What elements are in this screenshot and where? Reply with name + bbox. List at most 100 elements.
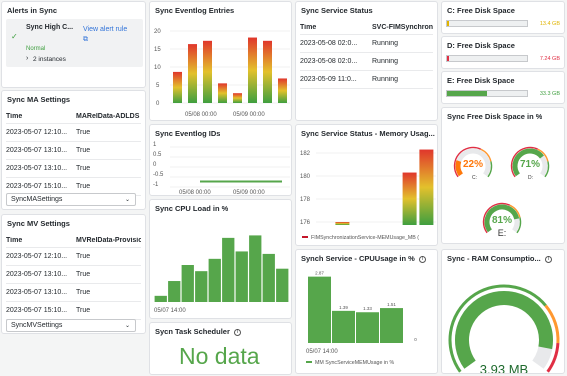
table-row: 2023-05-08 02:0... Running [300,35,433,53]
task-scheduler-title: Sycn Task Scheduler i [155,327,241,336]
cell-value: True [76,271,91,278]
cell-value: True [76,289,91,296]
cell-value: Running [372,58,399,65]
cpu-usage-panel: Synch Service - CPUUsage in % i 2.87 1.39 1… [295,249,438,374]
data-label: 2.87 [315,271,324,276]
y-tick: -1 [153,182,159,188]
table-header: Time SVC-FIMSynchroniza [300,20,433,35]
chart-bar [233,93,242,103]
mv-settings-title: Sync MV Settings [7,219,70,228]
ram-value: 3.93 MB [480,362,528,374]
info-icon[interactable]: i [233,329,241,336]
legend-label[interactable]: FIMSynchronizationService-MEMUsage_MB ( [311,235,419,241]
gauge-c-label: C: [472,175,477,181]
chart-bar [332,310,355,343]
chevron-down-icon: ⌄ [124,323,130,329]
chart-bar [380,308,403,343]
ma-settings-select[interactable]: SyncMASettings ⌄ [6,193,136,206]
disk-e-value: 33.3 GB [539,91,560,97]
memory-usage-panel: Sync Service Status - Memory Usag... 182… [295,124,438,246]
mv-settings-panel: Sync MV Settings Time MVRelData-Provisio… [1,214,146,334]
column-header-time[interactable]: Time [300,24,372,31]
view-alert-rule-link[interactable]: View alert rule [83,26,127,33]
check-icon: ✓ [11,32,18,41]
column-header-value[interactable]: MARelData-ADLDS [76,113,141,120]
chart-bar [154,295,167,302]
legend-label[interactable]: MM SyncServiceMEMUsage in % [315,360,394,366]
cell-value: True [76,307,91,314]
column-header-time[interactable]: Time [6,237,76,244]
legend-swatch [302,236,308,238]
chart-bar [308,276,331,343]
y-tick: 20 [154,29,161,35]
chart-bar [356,312,379,343]
disk-c-value: 13.4 GB [539,21,560,27]
column-header-time[interactable]: Time [6,113,76,120]
chevron-down-icon: ⌄ [124,197,130,203]
table-row: 2023-05-07 12:10... True [6,248,141,266]
gauge-e-value: 81% [492,215,512,226]
cell-time: 2023-05-07 13:10... [6,147,68,154]
memory-usage-title: Sync Service Status - Memory Usag... [301,129,435,138]
alert-instances[interactable]: 2 instances [33,56,66,63]
table-row: 2023-05-09 11:0... Running [300,71,433,89]
info-icon[interactable]: i [418,256,426,263]
y-tick: 0.5 [153,152,162,158]
data-label: 1.39 [339,305,348,310]
cell-value: True [76,183,91,190]
disk-c-bar [446,20,528,27]
column-header-value[interactable]: SVC-FIMSynchroniza [372,24,433,31]
disk-d-fill [447,56,449,61]
cell-time: 2023-05-07 12:10... [6,253,68,260]
data-label: 1.33 [363,306,372,311]
table-row: 2023-05-08 02:0... Running [300,53,433,71]
cell-value: Running [372,40,399,47]
task-scheduler-panel: Sycn Task Scheduler i No data [149,322,292,375]
cell-time: 2023-05-08 02:0... [300,40,358,47]
column-header-value[interactable]: MVRelData-Provisio [76,237,141,244]
external-link-icon[interactable]: ⧉ [83,36,88,44]
cell-value: True [76,129,91,136]
alerts-panel: Alerts in Sync ✓ Sync High C... Normal ›… [1,1,146,88]
chart-bar [235,251,248,302]
y-tick: 1 [153,142,157,148]
table-row: 2023-05-07 13:10... True [6,142,141,160]
data-label: 0 [414,337,417,342]
gauge-c-value: 22% [463,159,483,170]
y-tick: 0 [153,162,157,168]
chart-bar [262,253,275,302]
chart-bar [208,258,221,302]
chart-bar [278,78,287,103]
table-header: Time MARelData-ADLDS [6,109,141,124]
cell-time: 2023-05-07 13:10... [6,271,68,278]
cpu-usage-title: Synch Service - CPUUsage in % i [301,254,426,263]
cpu-usage-chart: 2.87 1.39 1.33 1.51 0 05/07 14:00 MM SyncSer… [306,271,417,366]
mv-settings-select[interactable]: SyncMVSettings ⌄ [6,319,136,332]
x-tick: 05/09 00:00 [233,190,265,196]
cell-time: 2023-05-07 13:10... [6,289,68,296]
chart-bar [276,268,289,302]
chevron-right-icon[interactable]: › [26,55,28,62]
memory-usage-chart: 182 180 178 176 FIMSynchronizationServic… [300,149,436,241]
chart-bar [200,180,282,183]
gauge-d-label: D: [528,175,533,181]
no-data-message: No data [179,343,260,369]
chart-bar [218,83,227,103]
eventlog-entries-title: Sync Eventlog Entries [155,6,235,15]
chart-bar [168,281,181,302]
y-tick: 182 [300,151,311,157]
x-tick: 05/08 00:00 [179,190,211,196]
eventlog-entries-chart: 20 15 10 5 0 05/08 00:00 05/09 00:00 [154,29,290,118]
cell-time: 2023-05-09 11:0... [300,76,357,83]
cell-value: True [76,147,91,154]
alert-name[interactable]: Sync High C... [26,24,73,31]
eventlog-entries-panel: Sync Eventlog Entries 20 15 10 5 0 05/08… [149,1,292,121]
x-tick: 05/08 00:00 [185,112,217,118]
cell-value: Running [372,76,399,83]
gauge-e-label: E: [498,228,507,238]
x-tick: 05/07 14:00 [306,349,338,355]
eventlog-ids-panel: Sync Eventlog IDs 1 0.5 0 -0.5 -1 05/08 … [149,124,292,196]
y-tick: -0.5 [153,172,164,178]
ma-settings-table: Time MARelData-ADLDS 2023-05-07 12:10...… [6,109,141,196]
chart-bar [188,44,197,103]
